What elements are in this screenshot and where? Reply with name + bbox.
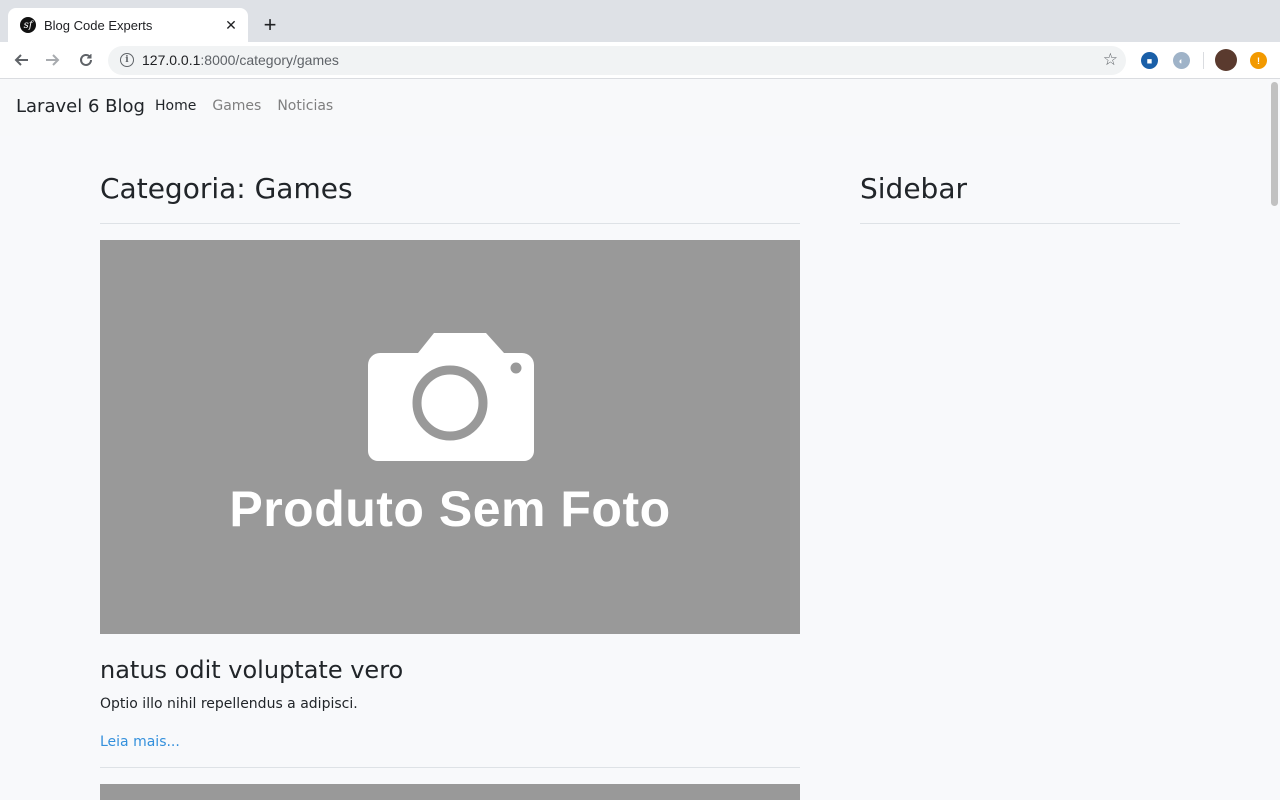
url-text[interactable]: 127.0.0.1:8000/category/games (142, 52, 339, 68)
extension-icon[interactable]: ■ (1141, 52, 1158, 69)
read-more-link[interactable]: Leia mais... (100, 734, 180, 750)
divider (860, 223, 1180, 224)
sidebar-title: Sidebar (860, 172, 967, 205)
toolbar-divider (1203, 52, 1204, 69)
nav-links: Home Games Noticias (155, 98, 333, 114)
nav-link-games[interactable]: Games (212, 98, 261, 114)
brand-link[interactable]: Laravel 6 Blog (16, 96, 145, 117)
star-icon[interactable]: ☆ (1103, 51, 1118, 69)
scrollbar-thumb[interactable] (1271, 82, 1278, 206)
post-image-placeholder[interactable]: Produto Sem Foto (100, 240, 800, 634)
sidebar: Sidebar (860, 170, 1180, 224)
back-arrow-icon[interactable] (9, 48, 33, 72)
avatar[interactable] (1215, 49, 1237, 71)
browser-toolbar: i 127.0.0.1:8000/category/games ☆ ■ ◐ ! (0, 42, 1280, 79)
browser-tab[interactable]: sf Blog Code Experts ✕ (8, 8, 248, 42)
nav-link-noticias[interactable]: Noticias (277, 98, 333, 114)
post-excerpt: Optio illo nihil repellendus a adipisci. (100, 696, 358, 712)
address-bar[interactable]: i 127.0.0.1:8000/category/games ☆ (108, 46, 1126, 75)
tab-favicon-icon: sf (20, 17, 36, 33)
camera-icon (368, 333, 534, 461)
page-title: Categoria: Games (100, 172, 353, 205)
no-photo-text: Produto Sem Foto (229, 481, 671, 537)
tab-title: Blog Code Experts (44, 17, 153, 33)
post-image-placeholder[interactable] (100, 784, 800, 800)
divider (100, 767, 800, 768)
tab-strip: sf Blog Code Experts ✕ + (0, 0, 1280, 42)
nav-link-home[interactable]: Home (155, 98, 196, 114)
main-content: Categoria: Games Produto Sem Foto natus … (100, 170, 800, 800)
reload-icon[interactable] (74, 48, 98, 72)
divider (100, 223, 800, 224)
plus-icon[interactable]: + (258, 12, 282, 37)
close-icon[interactable]: ✕ (222, 16, 240, 34)
post-title[interactable]: natus odit voluptate vero (100, 654, 800, 686)
forward-arrow-icon[interactable] (41, 48, 65, 72)
info-icon[interactable]: i (120, 53, 134, 67)
alert-icon[interactable]: ! (1250, 52, 1267, 69)
scrollbar[interactable] (1268, 80, 1280, 800)
extension-icon[interactable]: ◐ (1173, 52, 1190, 69)
site-navbar: Laravel 6 Blog Home Games Noticias (0, 80, 1268, 136)
